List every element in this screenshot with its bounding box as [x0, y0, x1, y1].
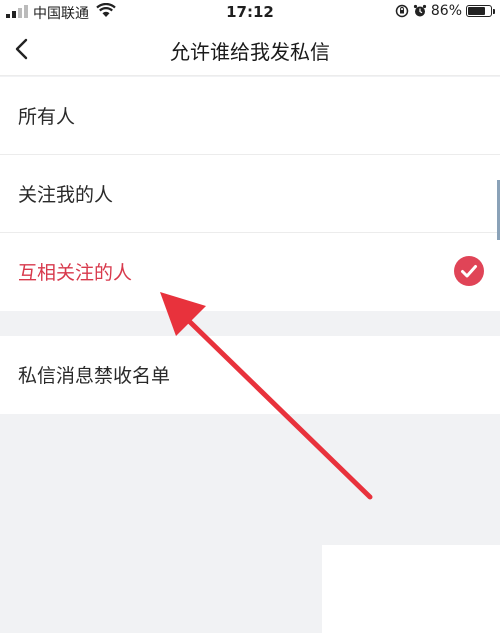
- option-label: 关注我的人: [18, 184, 114, 206]
- option-mutual-follows[interactable]: 互相关注的人: [0, 233, 500, 311]
- battery-fill: [468, 7, 486, 15]
- option-followers[interactable]: 关注我的人: [0, 155, 500, 233]
- nav-bar: 允许谁给我发私信: [0, 24, 500, 76]
- checkmark-icon: [454, 256, 484, 286]
- option-label: 互相关注的人: [18, 262, 133, 284]
- status-right-icons: 86%: [395, 3, 495, 19]
- page-title: 允许谁给我发私信: [170, 40, 330, 64]
- permission-options-list: 所有人 关注我的人 互相关注的人: [0, 77, 500, 311]
- blacklist-row[interactable]: 私信消息禁收名单: [0, 336, 500, 414]
- background-patch: [322, 545, 500, 633]
- status-bar: 中国联通 17:12 86%: [0, 0, 500, 24]
- alarm-icon: [413, 4, 426, 17]
- rotation-lock-icon: [395, 4, 409, 18]
- battery-icon: [466, 5, 495, 17]
- option-everyone[interactable]: 所有人: [0, 77, 500, 155]
- blacklist-label: 私信消息禁收名单: [18, 365, 171, 387]
- battery-percent: 86%: [430, 3, 462, 19]
- option-label: 所有人: [18, 106, 76, 128]
- blacklist-section: 私信消息禁收名单: [0, 336, 500, 414]
